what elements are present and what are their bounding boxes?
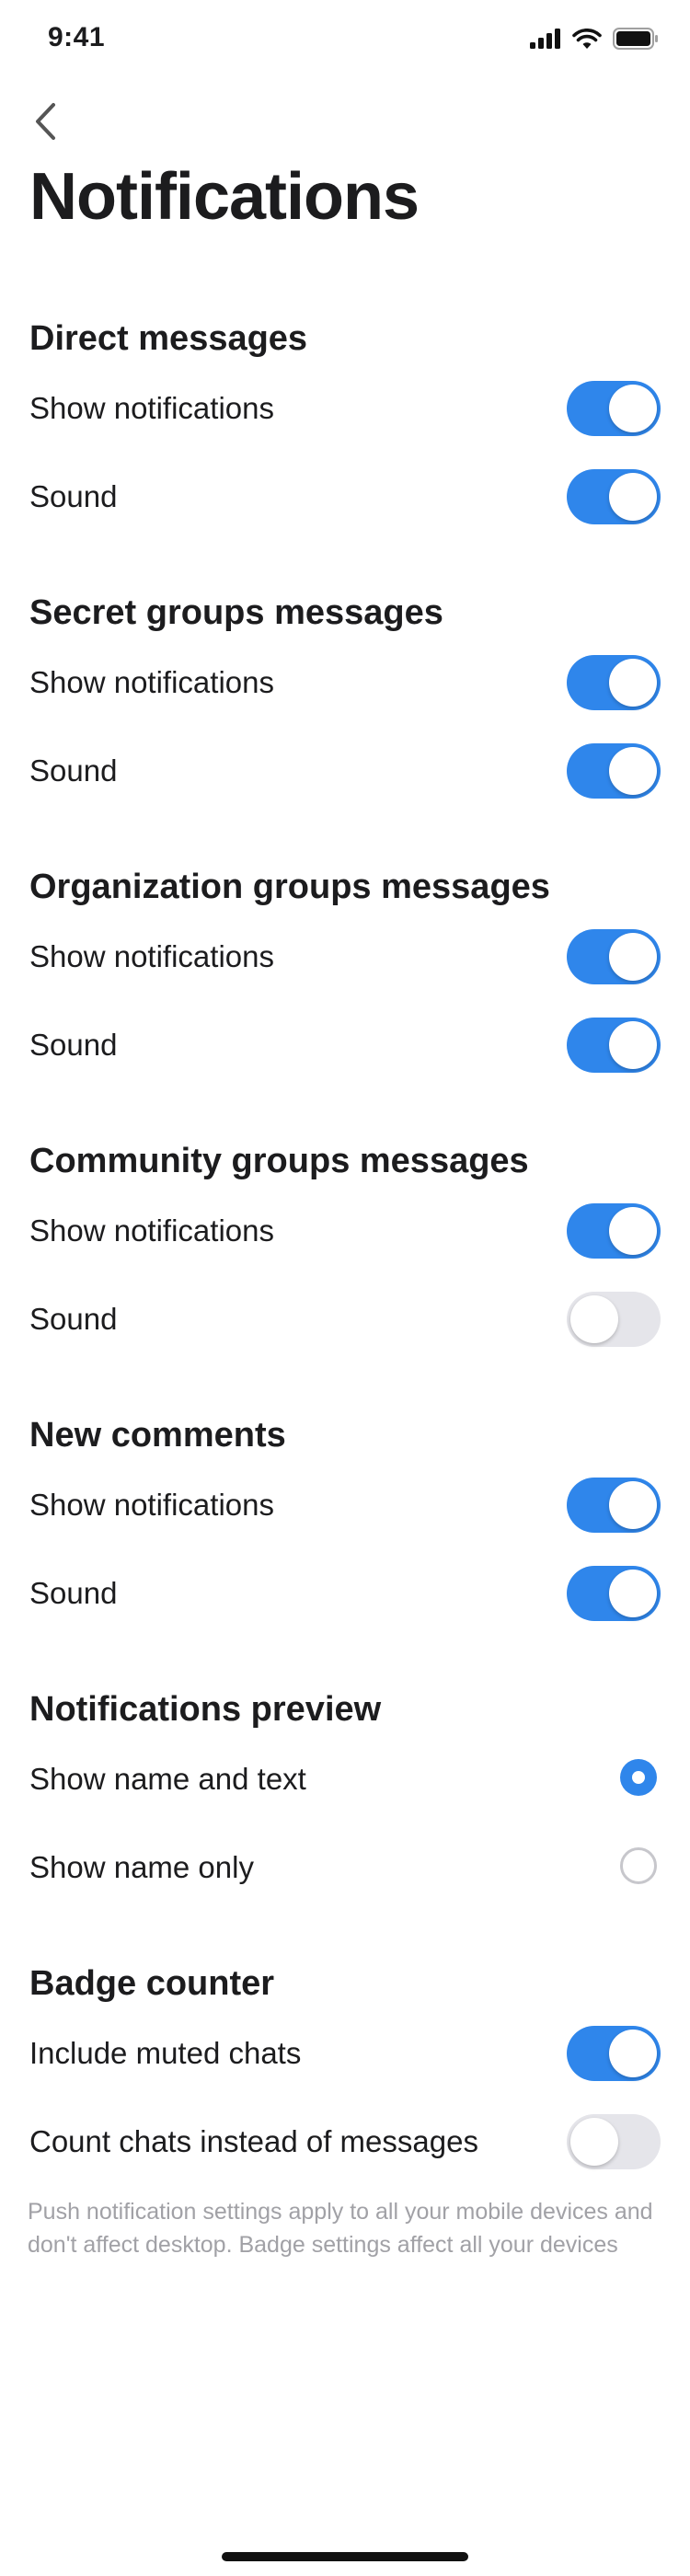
section-notifications-preview: Notifications preview Show name and text… xyxy=(0,1684,690,1912)
setting-label: Show notifications xyxy=(29,1213,274,1248)
toggle-knob xyxy=(609,1481,657,1529)
status-icons xyxy=(530,28,659,50)
count-chats-toggle[interactable] xyxy=(567,2114,661,2169)
show-notifications-toggle[interactable] xyxy=(567,1203,661,1259)
toggle-knob xyxy=(609,747,657,795)
settings-list: Direct messages Show notifications Sound… xyxy=(0,313,690,2261)
include-muted-chats-toggle[interactable] xyxy=(567,2026,661,2081)
status-time: 9:41 xyxy=(48,22,106,52)
sound-toggle[interactable] xyxy=(567,1292,661,1347)
chevron-left-icon xyxy=(36,103,55,140)
section-title: Community groups messages xyxy=(29,1142,529,1180)
toggle-knob xyxy=(609,385,657,432)
toggle-knob xyxy=(609,1021,657,1069)
setting-row: Sound xyxy=(0,1001,690,1089)
show-notifications-toggle[interactable] xyxy=(567,381,661,436)
setting-row: Show notifications xyxy=(0,1461,690,1549)
setting-row: Show notifications xyxy=(0,638,690,727)
section-secret-groups: Secret groups messages Show notification… xyxy=(0,587,690,815)
sound-toggle[interactable] xyxy=(567,743,661,799)
wifi-icon xyxy=(572,28,602,49)
section-organization-groups: Organization groups messages Show notifi… xyxy=(0,861,690,1089)
section-direct-messages: Direct messages Show notifications Sound xyxy=(0,313,690,541)
setting-label: Include muted chats xyxy=(29,2036,302,2070)
setting-label: Show notifications xyxy=(29,939,274,973)
setting-label: Sound xyxy=(29,753,118,788)
setting-row: Show notifications xyxy=(0,913,690,1001)
show-notifications-toggle[interactable] xyxy=(567,929,661,984)
setting-row: Show notifications xyxy=(0,364,690,453)
sound-toggle[interactable] xyxy=(567,1018,661,1073)
show-name-only-radio[interactable] xyxy=(620,1847,657,1884)
section-new-comments: New comments Show notifications Sound xyxy=(0,1409,690,1638)
setting-label: Sound xyxy=(29,479,118,513)
show-name-and-text-radio[interactable] xyxy=(620,1759,657,1796)
toggle-knob xyxy=(570,2118,618,2166)
section-badge-counter: Badge counter Include muted chats Count … xyxy=(0,1958,690,2186)
battery-icon xyxy=(613,28,658,50)
radio-label: Show name only xyxy=(29,1850,254,1884)
page-title: Notifications xyxy=(29,160,420,234)
sound-toggle[interactable] xyxy=(567,469,661,524)
toggle-knob xyxy=(609,933,657,981)
show-notifications-toggle[interactable] xyxy=(567,655,661,710)
radio-label: Show name and text xyxy=(29,1762,306,1796)
section-title: Badge counter xyxy=(29,1964,275,2003)
setting-label: Sound xyxy=(29,1302,118,1336)
home-indicator xyxy=(222,2552,468,2561)
setting-label: Count chats instead of messages xyxy=(29,2124,478,2158)
section-title: New comments xyxy=(29,1416,286,1455)
setting-row: Sound xyxy=(0,453,690,541)
status-bar: 9:41 xyxy=(0,0,690,81)
back-button[interactable] xyxy=(22,92,68,151)
setting-row: Count chats instead of messages xyxy=(0,2098,690,2186)
toggle-knob xyxy=(609,2030,657,2077)
setting-row: Include muted chats xyxy=(0,2009,690,2098)
setting-row: Sound xyxy=(0,727,690,815)
setting-label: Show notifications xyxy=(29,391,274,425)
setting-row: Show notifications xyxy=(0,1187,690,1275)
section-title: Secret groups messages xyxy=(29,593,443,632)
setting-label: Show notifications xyxy=(29,665,274,699)
section-title: Direct messages xyxy=(29,319,308,358)
toggle-knob xyxy=(609,1570,657,1617)
setting-row: Sound xyxy=(0,1549,690,1638)
sound-toggle[interactable] xyxy=(567,1566,661,1621)
cellular-signal-icon xyxy=(530,29,560,49)
radio-row[interactable]: Show name only xyxy=(0,1823,690,1912)
setting-label: Show notifications xyxy=(29,1488,274,1522)
section-title: Organization groups messages xyxy=(29,868,550,906)
show-notifications-toggle[interactable] xyxy=(567,1478,661,1533)
toggle-knob xyxy=(609,1207,657,1255)
setting-row: Sound xyxy=(0,1275,690,1363)
toggle-knob xyxy=(570,1295,618,1343)
toggle-knob xyxy=(609,659,657,707)
toggle-knob xyxy=(609,473,657,521)
setting-label: Sound xyxy=(29,1576,118,1610)
radio-row[interactable]: Show name and text xyxy=(0,1735,690,1823)
setting-label: Sound xyxy=(29,1028,118,1062)
section-title: Notifications preview xyxy=(29,1690,382,1729)
section-community-groups: Community groups messages Show notificat… xyxy=(0,1135,690,1363)
footer-note: Push notification settings apply to all … xyxy=(28,2199,653,2258)
